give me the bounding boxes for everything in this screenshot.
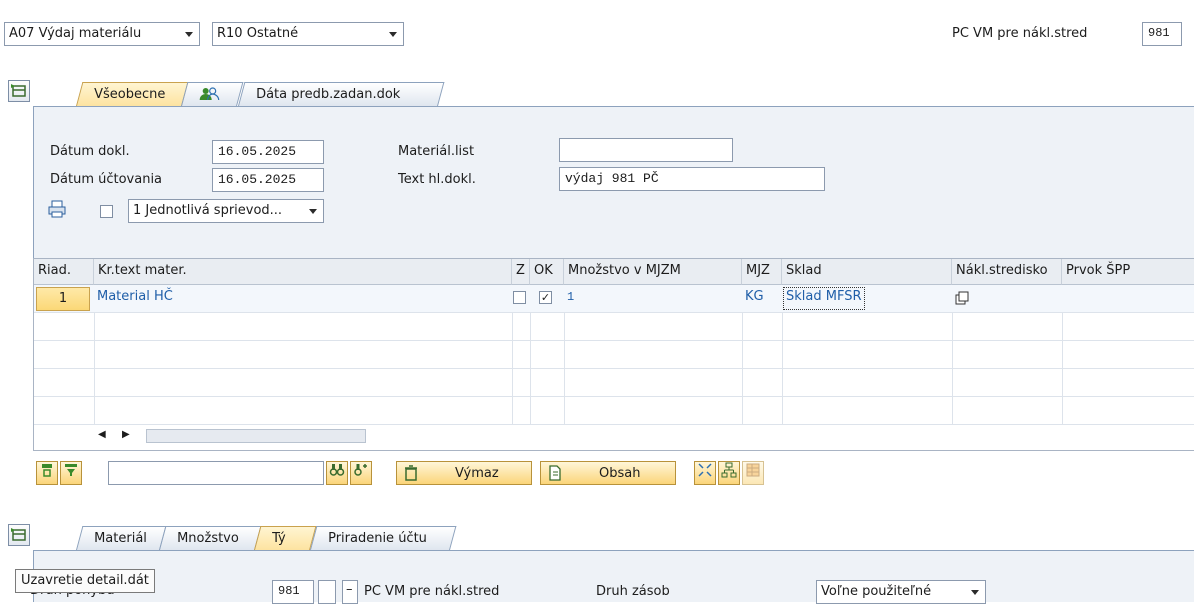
contents-button-label: Obsah bbox=[599, 466, 641, 481]
doc-date-input[interactable]: 16.05.2025 bbox=[212, 140, 324, 164]
table-row[interactable] bbox=[34, 397, 1194, 425]
stock-type-value: Voľne použiteľné bbox=[821, 584, 932, 599]
col-header-z[interactable]: Z bbox=[512, 259, 530, 285]
tab-account-assignment-label: Priradenie účtu bbox=[328, 531, 427, 546]
row-line-number[interactable]: 1 bbox=[36, 287, 90, 311]
delete-button[interactable]: Výmaz bbox=[396, 461, 532, 485]
tab-account-assignment[interactable]: Priradenie účtu bbox=[310, 526, 457, 550]
tab-general[interactable]: Všeobecne bbox=[76, 82, 189, 106]
col-header-storage[interactable]: Sklad bbox=[782, 259, 952, 285]
reference-value: R10 Ostatné bbox=[217, 26, 299, 41]
tab-preentry-data-label: Dáta predb.zadan.dok bbox=[256, 87, 401, 102]
table-row[interactable] bbox=[34, 341, 1194, 369]
scroll-right-icon[interactable]: ▶ bbox=[122, 429, 130, 440]
movement-type-dropdown[interactable]: A07 Výdaj materiálu bbox=[4, 22, 200, 46]
expand-icon[interactable] bbox=[8, 80, 30, 102]
tab-quantity-label: Množstvo bbox=[177, 531, 239, 546]
scroll-left-icon[interactable]: ◀ bbox=[98, 429, 106, 440]
tooltip: Uzavretie detail.dát bbox=[15, 569, 155, 593]
col-header-ok[interactable]: OK bbox=[530, 259, 564, 285]
doc-date-label: Dátum dokl. bbox=[50, 144, 130, 159]
find-next-icon[interactable] bbox=[350, 461, 372, 485]
people-icon bbox=[199, 87, 221, 105]
row-qty[interactable]: 1 bbox=[567, 290, 574, 304]
row-material-text[interactable]: Material HČ bbox=[97, 289, 173, 304]
reference-dropdown[interactable]: R10 Ostatné bbox=[212, 22, 404, 46]
material-slip-input[interactable] bbox=[559, 138, 733, 162]
grid-icon[interactable] bbox=[742, 461, 764, 485]
pc-label: PC VM pre nákl.stred bbox=[952, 26, 1088, 41]
print-option-dropdown[interactable]: 1 Jednotlivá sprievod... bbox=[128, 199, 324, 223]
chevron-down-icon bbox=[971, 590, 979, 595]
posting-date-label: Dátum účtovania bbox=[50, 172, 163, 187]
tab-ty-label: Tý bbox=[272, 531, 286, 546]
table-row[interactable] bbox=[34, 313, 1194, 341]
header-text-label: Text hl.dokl. bbox=[398, 172, 476, 187]
row-ok-checkbox[interactable]: ✓ bbox=[539, 291, 552, 304]
tab-partners[interactable] bbox=[181, 82, 244, 106]
document-icon bbox=[547, 465, 563, 485]
horizontal-scrollbar[interactable] bbox=[146, 429, 366, 443]
hierarchy-icon[interactable] bbox=[718, 461, 740, 485]
print-option-value: 1 Jednotlivá sprievod... bbox=[133, 203, 283, 218]
chevron-down-icon bbox=[389, 32, 397, 37]
align-top-icon[interactable] bbox=[36, 461, 58, 485]
row-z-checkbox[interactable] bbox=[513, 291, 526, 304]
expand-all-icon[interactable] bbox=[694, 461, 716, 485]
posting-date-input[interactable]: 16.05.2025 bbox=[212, 168, 324, 192]
printer-icon[interactable] bbox=[48, 200, 66, 218]
print-checkbox[interactable] bbox=[100, 205, 113, 218]
chevron-down-icon bbox=[309, 209, 317, 214]
table-row[interactable] bbox=[34, 369, 1194, 397]
col-header-qty[interactable]: Množstvo v MJZM bbox=[564, 259, 742, 285]
stock-type-label: Druh zásob bbox=[596, 584, 670, 599]
binoculars-icon[interactable] bbox=[326, 461, 348, 485]
tab-ty[interactable]: Tý bbox=[254, 526, 317, 550]
material-slip-label: Materiál.list bbox=[398, 144, 475, 159]
search-input[interactable] bbox=[108, 461, 324, 485]
header-text-input[interactable]: výdaj 981 PČ bbox=[559, 167, 825, 191]
special-stock-input[interactable] bbox=[318, 580, 336, 604]
tab-material-label: Materiál bbox=[94, 531, 147, 546]
expand-icon[interactable] bbox=[8, 524, 30, 546]
minus-sign[interactable]: – bbox=[342, 580, 358, 604]
pc-input[interactable]: 981 bbox=[1142, 22, 1182, 46]
tab-general-label: Všeobecne bbox=[94, 87, 166, 102]
tab-quantity[interactable]: Množstvo bbox=[159, 526, 262, 550]
items-table: Riad. Kr.text mater. Z OK Množstvo v MJZ… bbox=[33, 258, 1194, 451]
chevron-down-icon bbox=[185, 32, 193, 37]
tab-preentry-data[interactable]: Dáta predb.zadan.dok bbox=[238, 82, 445, 106]
col-header-line[interactable]: Riad. bbox=[34, 259, 94, 285]
copy-icon[interactable] bbox=[955, 291, 969, 305]
detail-pc-label: PC VM pre nákl.stred bbox=[364, 584, 500, 599]
col-header-unit[interactable]: MJZ bbox=[742, 259, 782, 285]
tab-material[interactable]: Materiál bbox=[76, 526, 167, 550]
row-unit[interactable]: KG bbox=[745, 289, 764, 304]
contents-button[interactable]: Obsah bbox=[540, 461, 676, 485]
stock-type-dropdown[interactable]: Voľne použiteľné bbox=[816, 580, 986, 604]
col-header-material[interactable]: Kr.text mater. bbox=[94, 259, 512, 285]
col-header-wbs[interactable]: Prvok ŠPP bbox=[1062, 259, 1194, 285]
table-row[interactable]: 1 Material HČ ✓ 1 KG Sklad MFSR bbox=[34, 285, 1194, 313]
trash-icon bbox=[403, 465, 419, 485]
movement-type-value: A07 Výdaj materiálu bbox=[9, 26, 142, 41]
col-header-cost-center[interactable]: Nákl.stredisko bbox=[952, 259, 1062, 285]
delete-button-label: Výmaz bbox=[455, 466, 499, 481]
row-storage[interactable]: Sklad MFSR bbox=[783, 287, 865, 310]
filter-icon[interactable] bbox=[60, 461, 82, 485]
movement-input[interactable]: 981 bbox=[272, 580, 314, 604]
